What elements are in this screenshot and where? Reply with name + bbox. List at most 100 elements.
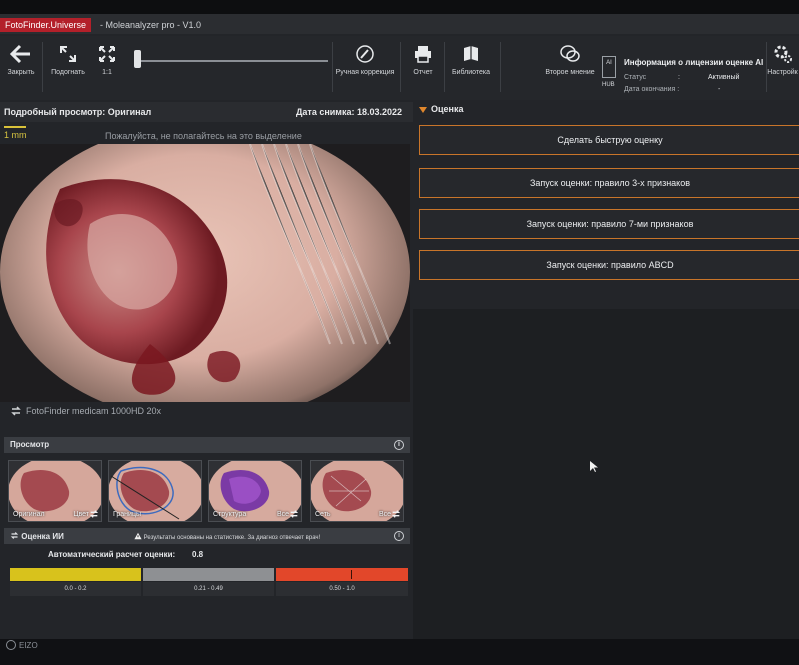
ai-title: Оценка ИИ bbox=[10, 531, 64, 541]
one-to-one-button[interactable]: 1:1 bbox=[92, 44, 122, 76]
camera-label: FotoFinder medicam 1000HD 20x bbox=[26, 406, 162, 416]
close-label: Закрыть bbox=[7, 69, 35, 76]
app-title: - Moleanalyzer pro - V1.0 bbox=[100, 20, 202, 30]
zoom-slider-track[interactable] bbox=[138, 60, 328, 62]
arrow-left-icon bbox=[10, 44, 30, 64]
thumb-label: Оригинал bbox=[13, 511, 45, 518]
range-label-low: 0.0 - 0.2 bbox=[10, 582, 141, 596]
thumb-network[interactable]: Сеть Все bbox=[310, 460, 404, 522]
hub-badge: HUB bbox=[602, 82, 615, 88]
ai-assessment-header[interactable]: Оценка ИИ Результаты основаны на статист… bbox=[4, 528, 410, 544]
library-button[interactable]: Библиотека bbox=[450, 44, 492, 76]
second-opinion-label: Второе мнение bbox=[545, 69, 595, 76]
library-label: Библиотека bbox=[451, 69, 491, 76]
report-label: Отчет bbox=[413, 69, 433, 76]
thumb-mode: Все bbox=[276, 511, 289, 518]
brand-label: FotoFinder.Universe bbox=[0, 18, 92, 32]
score-marker bbox=[351, 570, 352, 579]
thumb-mode: Все bbox=[378, 511, 391, 518]
license-expiry-value: - bbox=[718, 86, 721, 93]
auto-score-label: Автоматический расчет оценки: bbox=[48, 550, 176, 559]
toolbar-divider bbox=[500, 42, 501, 92]
license-status-colon: : bbox=[678, 74, 680, 81]
report-button[interactable]: Отчет bbox=[406, 44, 440, 76]
second-opinion-button[interactable]: Второе мнение bbox=[542, 44, 598, 76]
info-icon[interactable]: i bbox=[394, 440, 404, 450]
quick-assessment-button[interactable]: Сделать быструю оценку bbox=[419, 125, 799, 155]
switch-icon[interactable] bbox=[391, 509, 401, 519]
detail-view-header: Подробный просмотр: Оригинал Дата снимка… bbox=[0, 102, 413, 122]
collapse-triangle-icon[interactable] bbox=[419, 106, 427, 113]
camera-selector[interactable]: FotoFinder medicam 1000HD 20x bbox=[10, 405, 161, 417]
toolbar-divider bbox=[400, 42, 401, 92]
thumb-label: Сеть bbox=[315, 511, 331, 518]
title-bar: FotoFinder.Universe - Moleanalyzer pro -… bbox=[0, 14, 799, 34]
thumb-label: Границы bbox=[113, 511, 141, 518]
toolbar-divider bbox=[444, 42, 445, 92]
auto-score-value: 0.8 bbox=[192, 550, 204, 559]
dermoscopy-image[interactable] bbox=[0, 144, 410, 402]
info-icon[interactable]: i bbox=[394, 531, 404, 541]
detail-view-title: Подробный просмотр: Оригинал bbox=[4, 107, 152, 117]
license-expiry-label: Дата окончания : bbox=[624, 86, 680, 93]
manual-correction-label: Ручная коррекция bbox=[335, 69, 395, 76]
license-panel: AI HUB Информация о лицензии оценке AI С… bbox=[600, 54, 766, 98]
capture-date: Дата снимка: 18.03.2022 bbox=[296, 107, 403, 117]
book-icon bbox=[464, 46, 478, 61]
thumb-label: Структура bbox=[213, 511, 247, 518]
toolbar: Закрыть Подогнать 1:1 Ручная коррекция О… bbox=[0, 36, 799, 100]
mouse-cursor-icon bbox=[590, 461, 598, 472]
gears-icon bbox=[774, 45, 792, 63]
license-status-label: Статус bbox=[624, 74, 647, 81]
assessment-title: Оценка bbox=[431, 104, 464, 114]
assessment-header[interactable]: Оценка bbox=[419, 104, 799, 120]
overlay-hint: Пожалуйста, не полагайтесь на это выделе… bbox=[105, 131, 302, 141]
monitor-bezel-bottom bbox=[0, 639, 799, 665]
range-label-mid: 0.21 - 0.49 bbox=[143, 582, 274, 596]
monitor-bezel-top bbox=[0, 0, 799, 14]
switch-icon bbox=[11, 406, 21, 416]
eizo-logo-icon bbox=[6, 640, 16, 650]
app-screen: FotoFinder.Universe - Moleanalyzer pro -… bbox=[0, 14, 799, 639]
ai-warning-text: Результаты основаны на статистике. За ди… bbox=[143, 535, 321, 541]
zoom-actual-icon bbox=[99, 46, 115, 62]
ai-warning: Результаты основаны на статистике. За ди… bbox=[134, 532, 320, 541]
thumb-mode: Цвет bbox=[73, 511, 89, 518]
fit-button[interactable]: Подогнать bbox=[48, 44, 88, 76]
scale-bar bbox=[4, 126, 26, 128]
expand-icon bbox=[60, 46, 76, 62]
switch-icon bbox=[10, 532, 19, 539]
manual-correction-button[interactable]: Ручная коррекция bbox=[334, 44, 396, 76]
settings-button[interactable]: Настройк bbox=[766, 44, 799, 76]
preview-title: Просмотр bbox=[10, 440, 50, 449]
monitor-logo: EIZO bbox=[6, 640, 38, 650]
toolbar-divider bbox=[332, 42, 333, 92]
thumb-structure[interactable]: Структура Все bbox=[208, 460, 302, 522]
score-range-high bbox=[276, 568, 408, 581]
thumb-borders[interactable]: Границы bbox=[108, 460, 202, 522]
lesion-image-drawing bbox=[0, 144, 410, 402]
license-status-value: Активный bbox=[708, 74, 740, 81]
score-range-low bbox=[10, 568, 141, 581]
fit-label: Подогнать bbox=[51, 69, 85, 76]
settings-label: Настройк bbox=[767, 69, 798, 76]
thumb-original[interactable]: Оригинал Цвет bbox=[8, 460, 102, 522]
preview-panel-header[interactable]: Просмотр i bbox=[4, 437, 410, 453]
range-label-high: 0.50 - 1.0 bbox=[276, 582, 408, 596]
seven-point-rule-button[interactable]: Запуск оценки: правило 7-ми признаков bbox=[419, 209, 799, 239]
scale-label: 1 mm bbox=[4, 130, 27, 140]
switch-icon[interactable] bbox=[89, 509, 99, 519]
pencil-circle-icon bbox=[356, 45, 374, 63]
ai-title-text: Оценка ИИ bbox=[21, 532, 64, 541]
license-title: Информация о лицензии оценке AI bbox=[624, 58, 764, 67]
three-point-rule-button[interactable]: Запуск оценки: правило 3-х признаков bbox=[419, 168, 799, 198]
speech-bubbles-icon bbox=[560, 45, 580, 62]
zoom-slider-handle[interactable] bbox=[134, 50, 141, 68]
abcd-rule-button[interactable]: Запуск оценки: правило ABCD bbox=[419, 250, 799, 280]
toolbar-divider bbox=[42, 42, 43, 92]
warning-icon bbox=[134, 532, 142, 540]
assessment-results-area bbox=[413, 309, 799, 639]
switch-icon[interactable] bbox=[289, 509, 299, 519]
one-to-one-label: 1:1 bbox=[102, 69, 112, 76]
close-button[interactable]: Закрыть bbox=[4, 44, 38, 76]
